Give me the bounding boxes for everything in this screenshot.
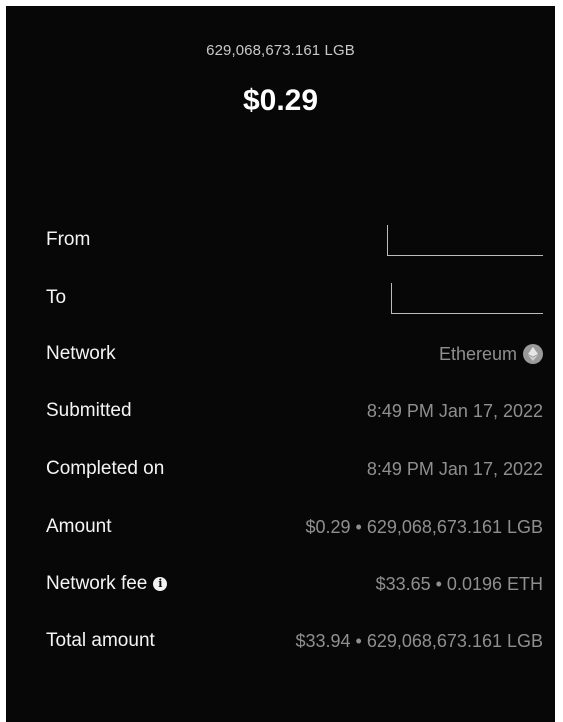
to-row: To	[46, 282, 543, 314]
completed-label: Completed on	[46, 458, 165, 479]
network-fee-value: $33.65 • 0.0196 ETH	[375, 573, 543, 594]
transaction-details-panel: 629,068,673.161 LGB $0.29 From To Networ…	[6, 6, 555, 722]
completed-value: 8:49 PM Jan 17, 2022	[366, 458, 543, 479]
total-amount-value: $33.94 • 629,068,673.161 LGB	[295, 630, 543, 651]
to-address[interactable]	[391, 282, 543, 314]
network-row: Network Ethereum	[46, 338, 543, 370]
ethereum-icon	[523, 344, 543, 364]
amount-label: Amount	[46, 516, 112, 537]
total-amount-label: Total amount	[46, 630, 155, 651]
network-name: Ethereum	[438, 343, 517, 364]
network-label: Network	[46, 343, 116, 364]
amount-row: Amount $0.29 • 629,068,673.161 LGB	[46, 511, 543, 543]
network-value: Ethereum	[439, 344, 543, 365]
token-amount: 629,068,673.161 LGB	[206, 42, 355, 59]
network-fee-label: Network fee i	[46, 573, 168, 595]
total-amount-row: Total amount $33.94 • 629,068,673.161 LG…	[46, 625, 543, 657]
network-fee-label-text: Network fee	[46, 573, 148, 594]
usd-amount: $0.29	[242, 84, 319, 117]
from-label: From	[46, 229, 91, 250]
info-icon[interactable]: i	[153, 577, 168, 591]
from-address[interactable]	[387, 224, 543, 256]
completed-row: Completed on 8:49 PM Jan 17, 2022	[46, 453, 543, 485]
from-row: From	[46, 224, 543, 256]
amount-value: $0.29 • 629,068,673.161 LGB	[305, 516, 544, 537]
submitted-value: 8:49 PM Jan 17, 2022	[366, 400, 543, 421]
submitted-row: Submitted 8:49 PM Jan 17, 2022	[46, 395, 543, 427]
submitted-label: Submitted	[46, 400, 132, 421]
to-label: To	[46, 287, 67, 308]
network-fee-row: Network fee i $33.65 • 0.0196 ETH	[46, 568, 543, 600]
